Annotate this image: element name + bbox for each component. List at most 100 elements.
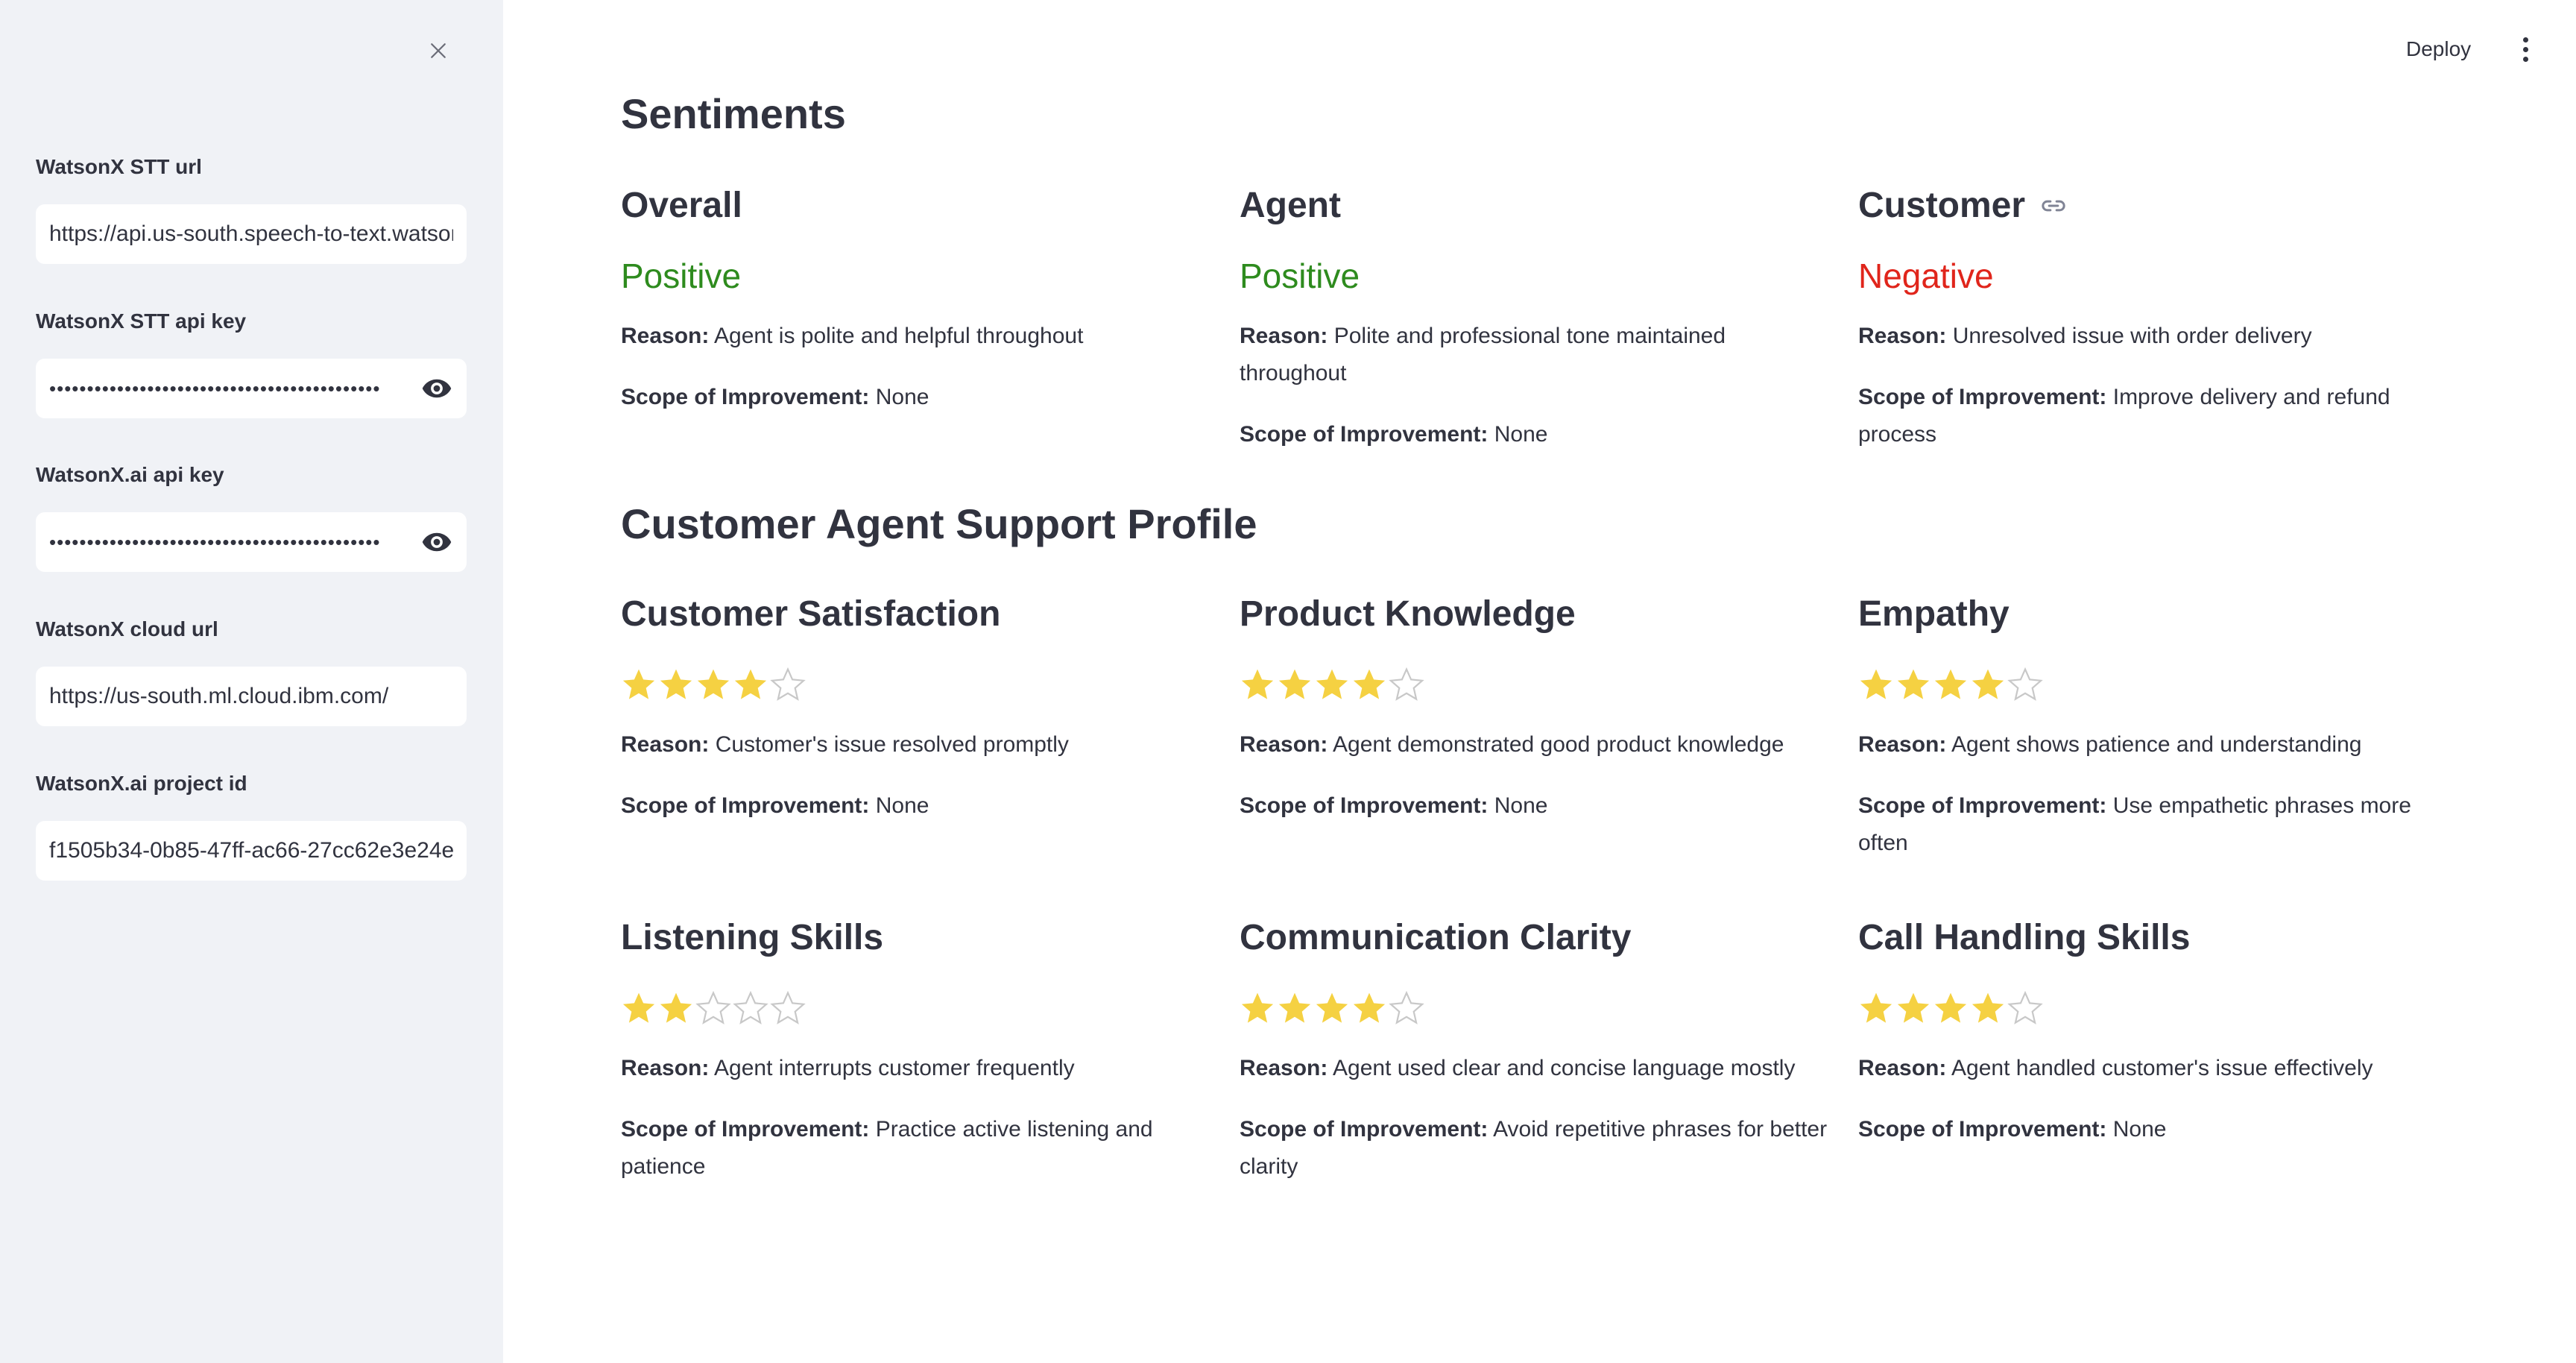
card-heading: Overall xyxy=(621,182,1210,230)
card-heading-text: Overall xyxy=(621,186,742,225)
reason-label: Reason: xyxy=(1240,324,1328,348)
scope-label: Scope of Improvement: xyxy=(1240,1117,1489,1142)
card-heading: Call Handling Skills xyxy=(1858,914,2447,962)
watsonx-ai-api-key-field: WatsonX.ai api key •••••••••••••••••••••… xyxy=(36,460,467,572)
star-filled-icon xyxy=(1972,669,2004,699)
card-heading: Customer xyxy=(1858,182,2447,230)
star-empty-icon xyxy=(770,667,806,701)
scope-value: None xyxy=(2112,1117,2167,1142)
star-filled-icon xyxy=(1860,992,1892,1023)
reason-value: Customer's issue resolved promptly xyxy=(715,732,1069,757)
field-label: WatsonX.ai project id xyxy=(36,772,247,795)
reason-text: Reason: Agent is polite and helpful thro… xyxy=(621,318,1210,355)
reason-label: Reason: xyxy=(1858,324,1947,348)
main-menu-button[interactable] xyxy=(2512,31,2539,67)
scope-text: Scope of Improvement: None xyxy=(1240,787,1828,825)
project-id-field: WatsonX.ai project id f1505b34-0b85-47ff… xyxy=(36,769,467,881)
sentiment-card-overall: Overall Positive Reason: Agent is polite… xyxy=(621,182,1210,416)
card-heading-text: Listening Skills xyxy=(621,918,884,957)
card-heading: Communication Clarity xyxy=(1240,914,1828,962)
star-filled-icon xyxy=(1278,669,1311,699)
reason-label: Reason: xyxy=(1240,1056,1328,1080)
card-heading-text: Product Knowledge xyxy=(1240,594,1576,634)
scope-label: Scope of Improvement: xyxy=(1858,1117,2107,1142)
scope-text: Scope of Improvement: None xyxy=(621,379,1210,416)
deploy-button[interactable]: Deploy xyxy=(2406,33,2471,66)
scope-value: None xyxy=(1494,793,1548,818)
star-filled-icon xyxy=(622,669,655,699)
stt-api-key-field: WatsonX STT api key ••••••••••••••••••••… xyxy=(36,306,467,418)
field-label: WatsonX cloud url xyxy=(36,617,218,640)
scope-label: Scope of Improvement: xyxy=(1858,793,2107,818)
profile-card-customer-satisfaction: Customer Satisfaction Reason: Customer's… xyxy=(621,591,1210,825)
star-filled-icon xyxy=(1860,669,1892,699)
reason-value: Agent handled customer's issue effective… xyxy=(1951,1056,2373,1080)
reason-label: Reason: xyxy=(1858,732,1947,757)
reason-text: Reason: Unresolved issue with order deli… xyxy=(1858,318,2447,355)
close-icon xyxy=(431,43,446,58)
reason-label: Reason: xyxy=(1240,732,1328,757)
show-password-button[interactable] xyxy=(407,359,467,418)
field-label: WatsonX STT api key xyxy=(36,309,247,333)
star-rating xyxy=(1240,984,1828,1032)
card-heading: Product Knowledge xyxy=(1240,591,1828,638)
stt-url-input[interactable]: https://api.us-south.speech-to-text.wats… xyxy=(36,204,467,264)
scope-label: Scope of Improvement: xyxy=(1240,422,1489,447)
reason-text: Reason: Agent interrupts customer freque… xyxy=(621,1050,1210,1087)
scope-text: Scope of Improvement: None xyxy=(1858,1111,2447,1148)
scope-label: Scope of Improvement: xyxy=(621,385,870,409)
close-sidebar-button[interactable] xyxy=(422,34,455,67)
eye-icon xyxy=(422,379,452,398)
reason-value: Agent used clear and concise language mo… xyxy=(1333,1056,1796,1080)
stt-api-key-input[interactable]: ••••••••••••••••••••••••••••••••••••••••… xyxy=(36,359,467,418)
field-label: WatsonX STT url xyxy=(36,155,202,178)
app-window: WatsonX STT url https://api.us-south.spe… xyxy=(0,0,2576,1363)
reason-label: Reason: xyxy=(621,1056,710,1080)
card-heading: Listening Skills xyxy=(621,914,1210,962)
scope-label: Scope of Improvement: xyxy=(1240,793,1489,818)
stt-url-field: WatsonX STT url https://api.us-south.spe… xyxy=(36,152,467,264)
reason-value: Unresolved issue with order delivery xyxy=(1952,324,2312,348)
star-rating xyxy=(1858,661,2447,708)
link-icon[interactable] xyxy=(2039,191,2068,221)
watsonx-ai-api-key-input[interactable]: ••••••••••••••••••••••••••••••••••••••••… xyxy=(36,512,467,572)
star-filled-icon xyxy=(1934,992,1967,1023)
star-filled-icon xyxy=(1897,669,1930,699)
profile-card-communication-clarity: Communication Clarity Reason: Agent used… xyxy=(1240,914,1828,1186)
reason-label: Reason: xyxy=(621,324,710,348)
show-password-button[interactable] xyxy=(407,512,467,572)
star-filled-icon xyxy=(1353,992,1386,1023)
star-filled-icon xyxy=(1353,669,1386,699)
reason-text: Reason: Agent demonstrated good product … xyxy=(1240,726,1828,764)
scope-text: Scope of Improvement: Use empathetic phr… xyxy=(1858,787,2447,862)
star-filled-icon xyxy=(1278,992,1311,1023)
star-filled-icon xyxy=(660,992,692,1023)
input-value: ••••••••••••••••••••••••••••••••••••••••… xyxy=(49,530,381,553)
scope-label: Scope of Improvement: xyxy=(1858,385,2107,409)
star-empty-icon xyxy=(695,990,731,1024)
star-rating xyxy=(1858,984,2447,1032)
star-empty-icon xyxy=(2007,667,2043,701)
card-heading: Agent xyxy=(1240,182,1828,230)
card-heading-text: Customer Satisfaction xyxy=(621,594,1001,634)
scope-value: None xyxy=(1494,422,1548,447)
card-heading: Customer Satisfaction xyxy=(621,591,1210,638)
scope-text: Scope of Improvement: None xyxy=(1240,416,1828,453)
star-filled-icon xyxy=(660,669,692,699)
input-value: f1505b34-0b85-47ff-ac66-27cc62e3e24e xyxy=(49,838,453,863)
star-empty-icon xyxy=(733,990,768,1024)
scope-label: Scope of Improvement: xyxy=(621,793,870,818)
card-heading-text: Agent xyxy=(1240,186,1341,225)
cloud-url-input[interactable]: https://us-south.ml.cloud.ibm.com/ xyxy=(36,667,467,726)
scope-text: Scope of Improvement: Practice active li… xyxy=(621,1111,1210,1186)
star-filled-icon xyxy=(734,669,767,699)
reason-value: Agent demonstrated good product knowledg… xyxy=(1333,732,1784,757)
star-rating xyxy=(621,661,1210,708)
star-filled-icon xyxy=(1241,992,1274,1023)
star-empty-icon xyxy=(1389,990,1424,1024)
star-filled-icon xyxy=(1241,669,1274,699)
project-id-input[interactable]: f1505b34-0b85-47ff-ac66-27cc62e3e24e xyxy=(36,821,467,881)
card-heading-text: Communication Clarity xyxy=(1240,918,1632,957)
cloud-url-field: WatsonX cloud url https://us-south.ml.cl… xyxy=(36,614,467,726)
star-filled-icon xyxy=(1897,992,1930,1023)
